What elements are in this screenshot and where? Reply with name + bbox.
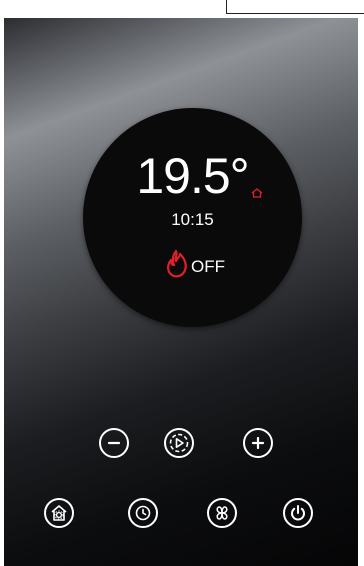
house-settings-icon (51, 505, 67, 521)
fan-icon (216, 506, 228, 520)
fan-button[interactable] (207, 498, 237, 528)
thermostat-panel: 19.5° 10:15 OFF (4, 18, 358, 566)
increase-button[interactable] (243, 428, 273, 458)
time-readout: 10:15 (171, 210, 214, 229)
minus-icon (107, 441, 121, 445)
schedule-button[interactable] (128, 498, 158, 528)
clock-icon (135, 505, 151, 521)
thermostat-display: 19.5° 10:15 OFF (83, 108, 302, 327)
temperature-readout: 19.5° (136, 148, 249, 204)
power-button[interactable] (283, 498, 313, 528)
power-icon (291, 505, 305, 521)
table-border-fragment (305, 0, 364, 14)
screenshot-frame: 19.5° 10:15 OFF (0, 0, 364, 566)
home-icon (251, 188, 263, 198)
plus-icon (251, 436, 265, 450)
heating-status: OFF (165, 246, 225, 282)
program-button[interactable] (164, 428, 194, 458)
play-icon (169, 433, 189, 453)
heating-status-label: OFF (191, 257, 225, 276)
house-settings-button[interactable] (44, 498, 74, 528)
table-border-fragment (226, 0, 306, 14)
flame-icon (167, 249, 187, 278)
decrease-button[interactable] (99, 428, 129, 458)
